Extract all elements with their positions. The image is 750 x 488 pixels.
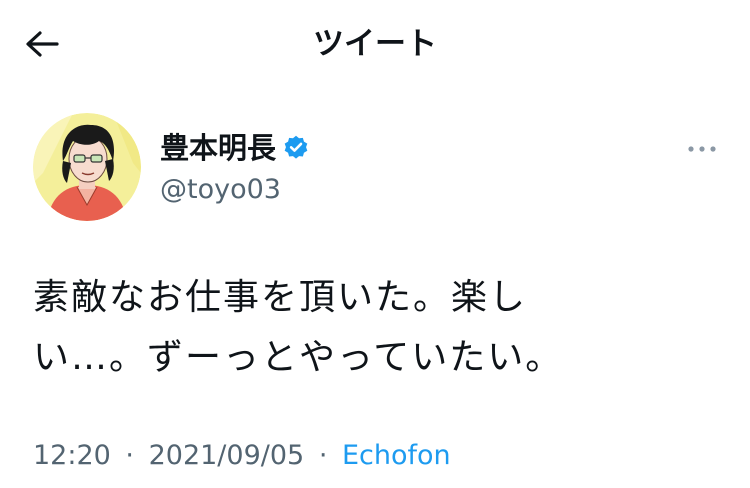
- tweet-time[interactable]: 12:20: [33, 440, 111, 471]
- tweet-detail-page: ツイート 豊本明長 @toyo03 素敵なお仕事を頂いた。楽し い…。ずーっとや…: [0, 0, 750, 488]
- meta-separator: ·: [318, 440, 328, 471]
- avatar[interactable]: [33, 113, 141, 221]
- tweet-date[interactable]: 2021/09/05: [149, 440, 305, 471]
- more-options-button[interactable]: [680, 134, 724, 164]
- page-title: ツイート: [313, 26, 437, 62]
- tweet-meta: 12:20 · 2021/09/05 · Echofon: [33, 436, 451, 476]
- author-display-name: 豊本明長: [160, 131, 277, 165]
- top-bar: ツイート: [0, 0, 750, 88]
- meta-separator: ·: [125, 440, 134, 471]
- author-name-row[interactable]: 豊本明長: [160, 128, 310, 168]
- tweet-source-link[interactable]: Echofon: [342, 440, 451, 471]
- tweet-text-line: い…。ずーっとやっていたい。: [33, 337, 564, 378]
- author-handle[interactable]: @toyo03: [160, 170, 281, 210]
- avatar-illustration: [33, 113, 141, 221]
- tweet-text: 素敵なお仕事を頂いた。楽し い…。ずーっとやっていたい。: [33, 268, 723, 388]
- tweet-text-line: 素敵なお仕事を頂いた。楽し: [33, 277, 528, 318]
- verified-badge-icon: [284, 135, 308, 159]
- more-dots-icon: [688, 146, 716, 152]
